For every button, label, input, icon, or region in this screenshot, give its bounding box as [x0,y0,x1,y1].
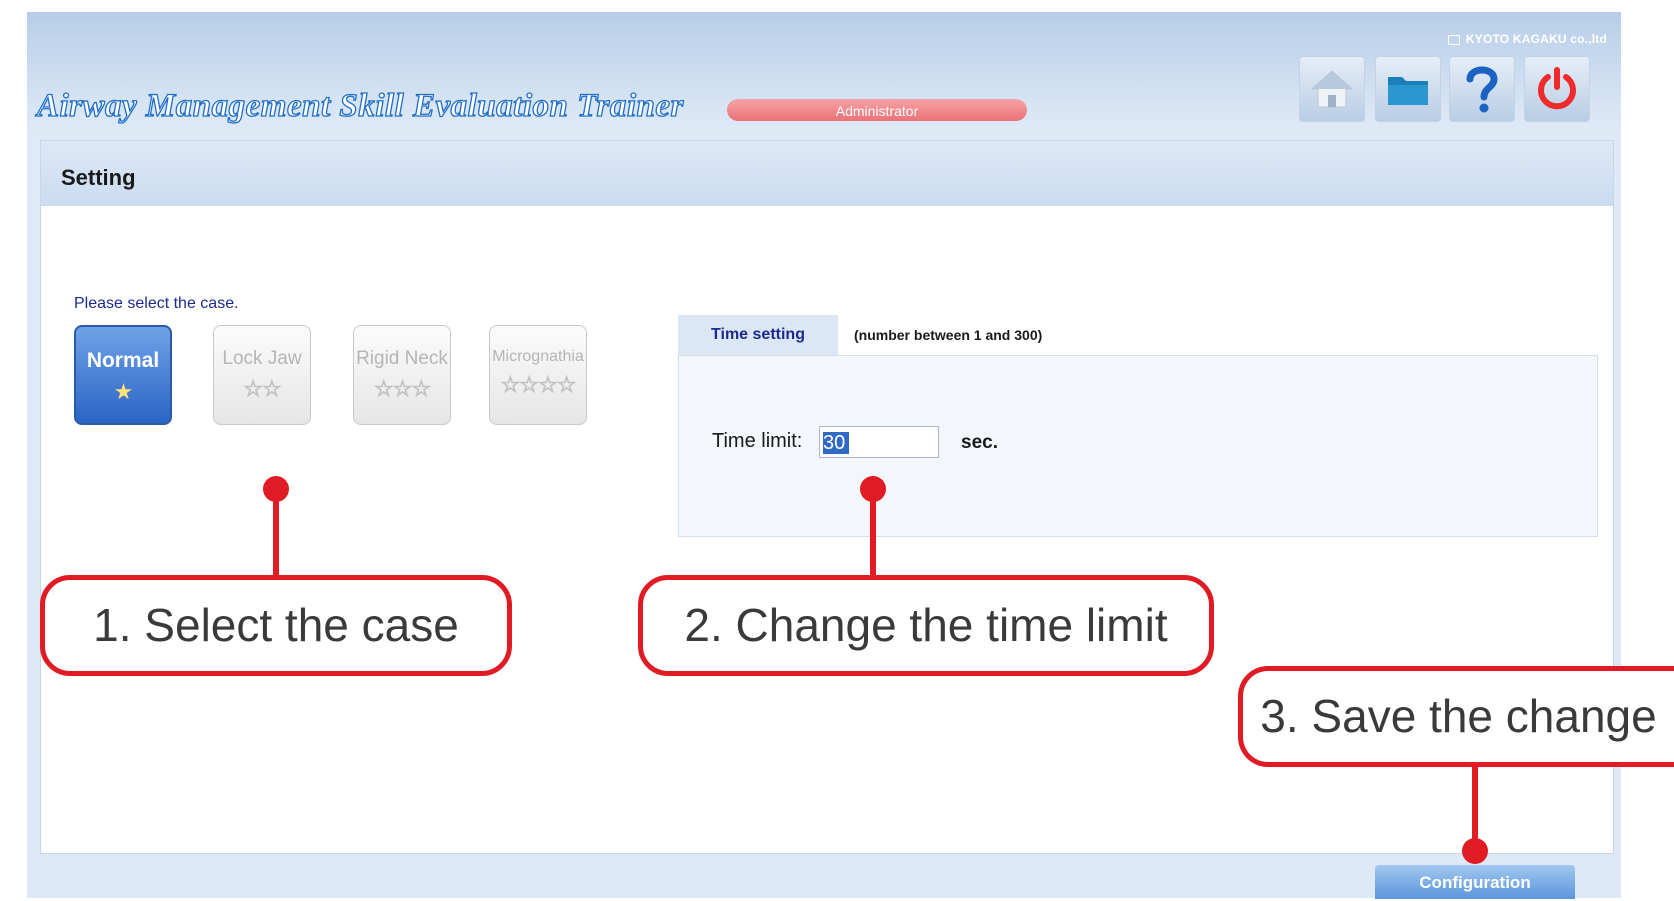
time-hint: (number between 1 and 300) [854,327,1043,343]
power-icon [1538,67,1576,110]
folder-button[interactable] [1375,56,1441,122]
help-icon [1466,66,1498,113]
app-title: Airway Management Skill Evaluation Train… [36,87,684,124]
annotation-dot-3 [1462,838,1488,864]
configuration-button[interactable]: Configuration [1375,865,1575,899]
time-limit-selection: 30 [823,432,849,454]
time-setting-section: Time setting (number between 1 and 300) … [678,315,1598,537]
case-name: Rigid Neck [356,348,448,369]
case-button-micrognathia[interactable]: Micrognathia ☆☆☆☆ [489,325,587,425]
panel-header: Setting [41,141,1613,206]
annotation-step-3: 3. Save the change [1238,666,1674,767]
role-badge: Administrator [727,99,1027,121]
case-name: Micrognathia [492,348,584,365]
page-title: Setting [61,165,136,190]
annotation-line-1 [273,496,279,578]
time-unit-label: sec. [961,432,998,453]
tab-time-setting[interactable]: Time setting [678,315,838,355]
brand-logo-icon [1447,34,1460,45]
case-name: Lock Jaw [222,348,302,369]
annotation-step-2: 2. Change the time limit [638,575,1214,676]
home-icon [1310,70,1354,108]
power-button[interactable] [1524,56,1590,122]
star-icon: ★ [113,379,134,404]
star-icon: ☆☆☆☆ [500,372,577,398]
case-button-rigid-neck[interactable]: Rigid Neck ☆☆☆ [353,325,451,425]
case-name: Normal [86,349,160,372]
star-icon: ☆☆☆ [373,376,431,402]
annotation-line-2 [870,496,876,578]
home-button[interactable] [1299,56,1365,122]
case-select-label: Please select the case. [74,295,239,312]
brand-label: KYOTO KAGAKU co.,ltd [1447,32,1607,46]
help-button[interactable] [1449,56,1515,122]
case-button-normal[interactable]: Normal ★ [74,325,172,425]
time-setting-body: Time limit: 30 sec. [678,355,1598,537]
annotation-step-1: 1. Select the case [40,575,512,676]
case-button-lock-jaw[interactable]: Lock Jaw ☆☆ [213,325,311,425]
time-limit-label: Time limit: [712,430,803,452]
star-icon: ☆☆ [243,376,282,402]
folder-icon [1388,77,1428,105]
